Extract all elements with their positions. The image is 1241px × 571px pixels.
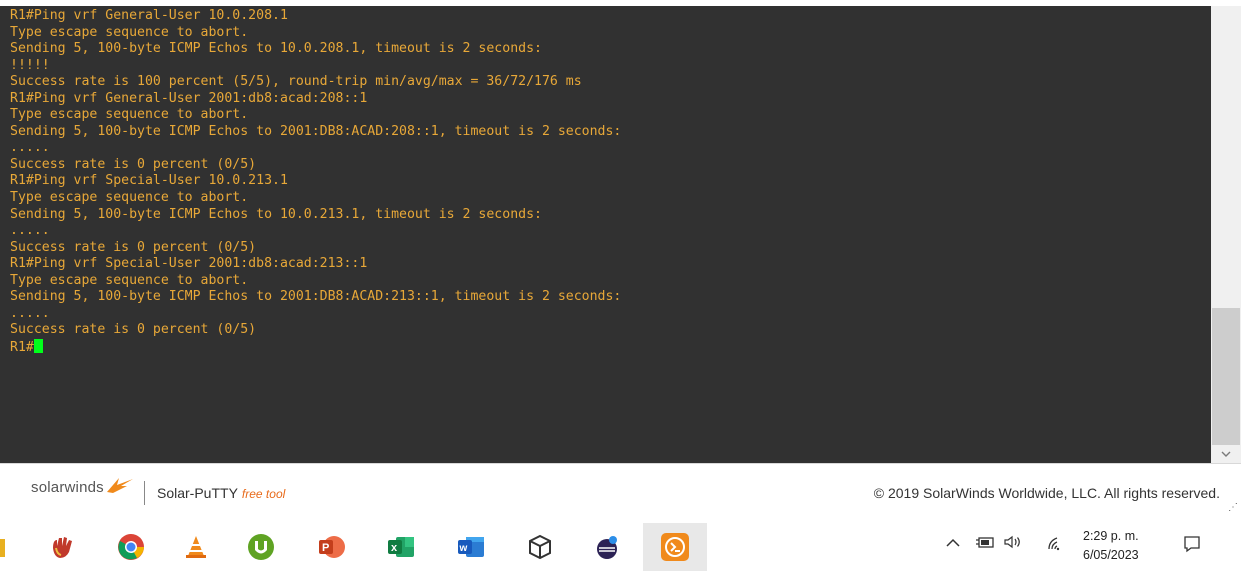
scroll-down-button[interactable] [1211,445,1241,463]
product-name: Solar-PuTTY free tool [157,485,285,501]
vlc-icon[interactable] [179,530,213,564]
terminal-line: ..... [10,140,50,156]
notification-center-button[interactable] [1182,534,1202,559]
chat-bubble-icon [1184,536,1200,553]
chrome-icon[interactable] [114,530,148,564]
eclipse-icon[interactable] [590,530,624,564]
resize-grip-icon[interactable]: ⋰ [1228,502,1238,513]
terminal-line: R1#Ping vrf General-User 10.0.208.1 [10,8,288,23]
solarwinds-logo: solarwinds [31,479,104,496]
product-tag: free tool [241,487,286,501]
chevron-up-icon [946,538,960,547]
terminal-line: R1#Ping vrf Special-User 10.0.213.1 [10,173,288,189]
virtualbox-icon[interactable] [523,530,557,564]
svg-text:P: P [322,542,329,554]
terminal-line: Success rate is 0 percent (0/5) [10,156,257,172]
product-title: Solar-PuTTY [157,485,238,501]
clock-time: 2:29 p. m. [1083,529,1139,543]
terminal-line: ..... [10,305,50,321]
chevron-down-icon [1221,451,1231,457]
windows-taskbar: P x w 2:29 p. m. 6/05/2023 [0,523,1241,571]
terminal-line: Success rate is 0 percent (0/5) [10,239,257,255]
putty-footer: solarwinds Solar-PuTTY free tool © 2019 S… [0,463,1241,524]
wifi-icon[interactable] [1045,535,1065,554]
terminal-line: R1#Ping vrf General-User 2001:db8:acad:2… [10,90,368,106]
terminal-line: ..... [10,223,50,239]
terminal-line: R1#Ping vrf Special-User 2001:db8:acad:2… [10,256,368,272]
terminal-cursor [33,338,43,353]
terminal-line: Sending 5, 100-byte ICMP Echos to 2001:D… [10,289,622,305]
volume-icon[interactable] [1003,535,1023,552]
clock-date: 6/05/2023 [1083,548,1139,562]
terminal-line: Success rate is 100 percent (5/5), round… [10,74,582,90]
battery-icon[interactable] [975,535,995,552]
system-clock[interactable]: 2:29 p. m. 6/05/2023 [1083,527,1139,565]
terminal-line: Sending 5, 100-byte ICMP Echos to 2001:D… [10,123,622,139]
terminal-line: Type escape sequence to abort. [10,24,249,40]
terminal-output[interactable]: R1#Ping vrf General-User 10.0.208.1 Type… [0,6,1211,463]
terminal-line: !!!!! [10,57,50,73]
word-icon[interactable]: w [454,530,488,564]
copyright-notice: © 2019 SolarWinds Worldwide, LLC. All ri… [873,485,1220,501]
svg-text:w: w [459,543,468,554]
scrollbar-thumb[interactable] [1212,308,1240,445]
powerpoint-icon[interactable]: P [315,530,349,564]
terminal-lines: R1#Ping vrf General-User 10.0.208.1 Type… [10,8,1211,355]
terminal-prompt: R1# [10,339,34,355]
unknown-app-icon[interactable] [0,530,10,564]
terminal-line: Sending 5, 100-byte ICMP Echos to 10.0.2… [10,41,542,57]
terminal-scrollbar[interactable] [1211,6,1241,463]
hand-app-icon[interactable] [45,530,79,564]
terminal-line: Type escape sequence to abort. [10,107,249,123]
terminal-line: Sending 5, 100-byte ICMP Echos to 10.0.2… [10,206,542,222]
solarwinds-flame-icon [107,478,133,493]
footer-divider [144,481,145,505]
solar-putty-icon[interactable] [643,523,707,571]
terminal-line: Type escape sequence to abort. [10,190,249,206]
utorrent-icon[interactable] [244,530,278,564]
svg-text:x: x [391,542,398,554]
terminal-line: Type escape sequence to abort. [10,272,249,288]
excel-icon[interactable]: x [384,530,418,564]
terminal-line: Success rate is 0 percent (0/5) [10,322,257,338]
show-hidden-icons-button[interactable] [946,535,960,551]
terminal-prompt-line[interactable]: R1# [10,338,1211,356]
